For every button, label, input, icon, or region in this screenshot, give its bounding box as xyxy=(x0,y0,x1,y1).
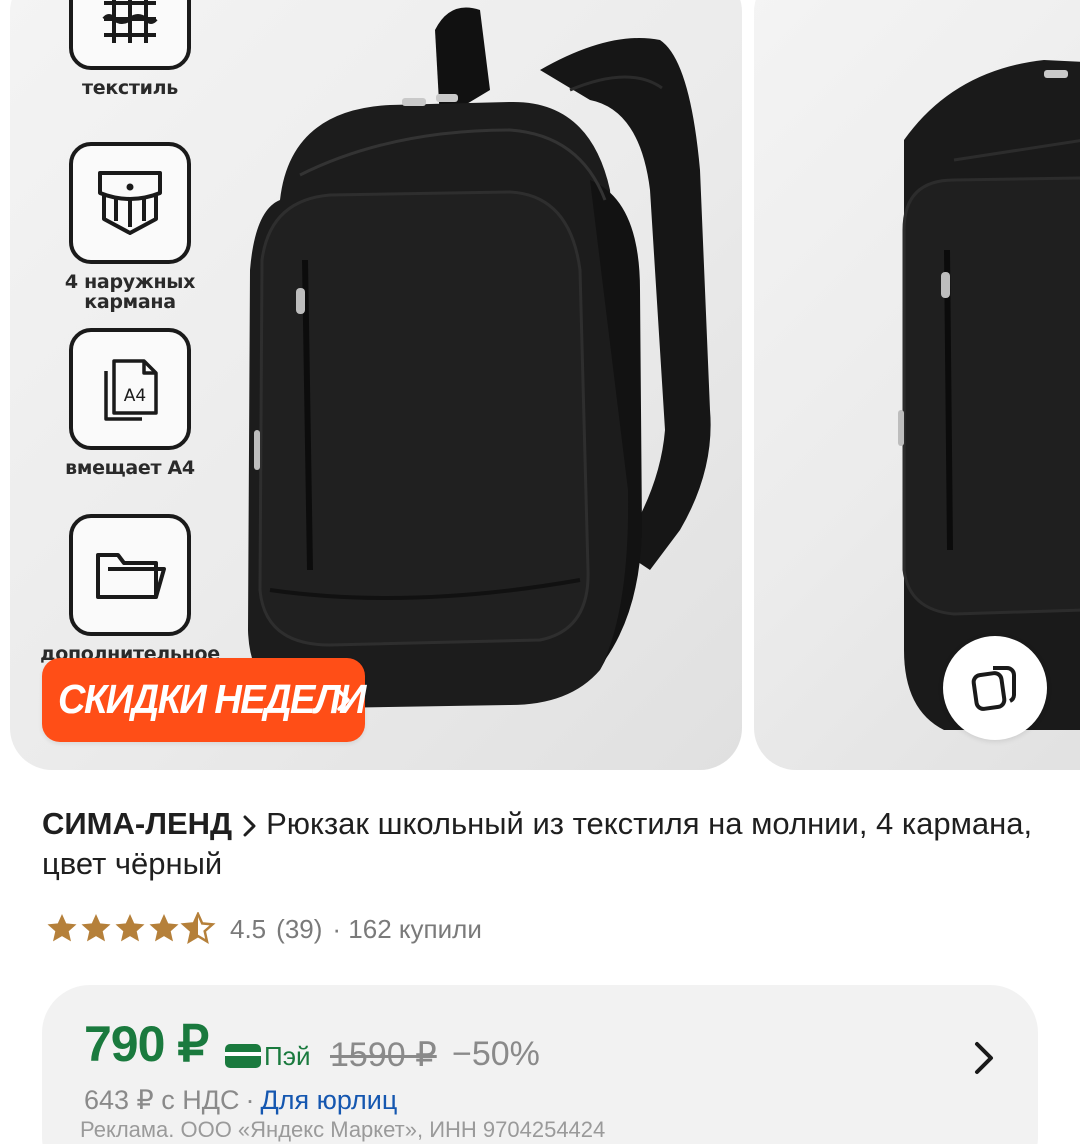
chevron-right-icon xyxy=(243,815,256,837)
feature-textile: текстиль xyxy=(30,0,230,98)
rating-row[interactable]: 4.5 (39) · 162 купили xyxy=(46,909,482,949)
feature-label: текстиль xyxy=(82,77,178,99)
price-card[interactable]: 790 ₽ Пэй 1590 ₽ −50% 643 ₽ с НДС · Для юр… xyxy=(42,985,1038,1144)
feature-extra: дополнительное xyxy=(30,514,230,664)
product-title-block: СИМА-ЛЕНД Рюкзак школьный из текстиля на … xyxy=(42,804,1042,884)
textile-icon xyxy=(69,0,191,70)
backpack-image-2 xyxy=(898,60,1080,730)
a4-documents-icon: А4 xyxy=(69,328,191,450)
rating-stars xyxy=(46,912,216,946)
backpack-image xyxy=(248,7,711,708)
feature-label: вмещает А4 xyxy=(65,457,195,479)
feature-label: 4 наружных кармана xyxy=(64,271,196,313)
pay-label: Пэй xyxy=(264,1041,311,1071)
vat-price: 643 ₽ с НДС xyxy=(84,1085,240,1115)
price-old: 1590 ₽ xyxy=(330,1036,437,1074)
chevron-right-icon[interactable] xyxy=(972,1039,996,1077)
image-gallery[interactable]: текстиль 4 наружных кармана А4 вмещает А… xyxy=(0,0,1080,772)
gallery-view-button[interactable] xyxy=(943,636,1047,740)
vat-line: 643 ₽ с НДС · Для юрлиц xyxy=(84,1085,397,1116)
promo-weekly-discounts[interactable]: СКИДКИ НЕДЕЛИ xyxy=(42,658,366,742)
separator: · xyxy=(245,1085,255,1115)
ad-disclaimer: Реклама. ООО «Яндекс Маркет», ИНН 970425… xyxy=(80,1117,606,1142)
folder-icon xyxy=(69,514,191,636)
cards-icon xyxy=(971,666,1016,711)
feature-a4: А4 вмещает А4 xyxy=(30,328,230,478)
pocket-icon xyxy=(69,142,191,264)
gallery-slide-main[interactable]: текстиль 4 наружных кармана А4 вмещает А… xyxy=(10,0,742,770)
reviews-count[interactable]: (39) xyxy=(276,914,322,945)
svg-text:А4: А4 xyxy=(124,386,146,406)
card-pay-icon xyxy=(225,1044,261,1068)
star-rating-icon xyxy=(47,912,214,943)
chevron-right-icon xyxy=(337,689,350,711)
rating-value: 4.5 xyxy=(230,913,267,944)
feature-pockets: 4 наружных кармана xyxy=(30,142,230,312)
discount-badge: −50% xyxy=(452,1035,540,1073)
brand-link[interactable]: СИМА-ЛЕНД xyxy=(42,806,232,841)
purchases-count: · 162 купили xyxy=(332,913,482,944)
business-link[interactable]: Для юрлиц xyxy=(261,1085,398,1115)
promo-label: СКИДКИ НЕДЕЛИ xyxy=(58,676,366,723)
price-current: 790 ₽ xyxy=(84,1016,209,1072)
